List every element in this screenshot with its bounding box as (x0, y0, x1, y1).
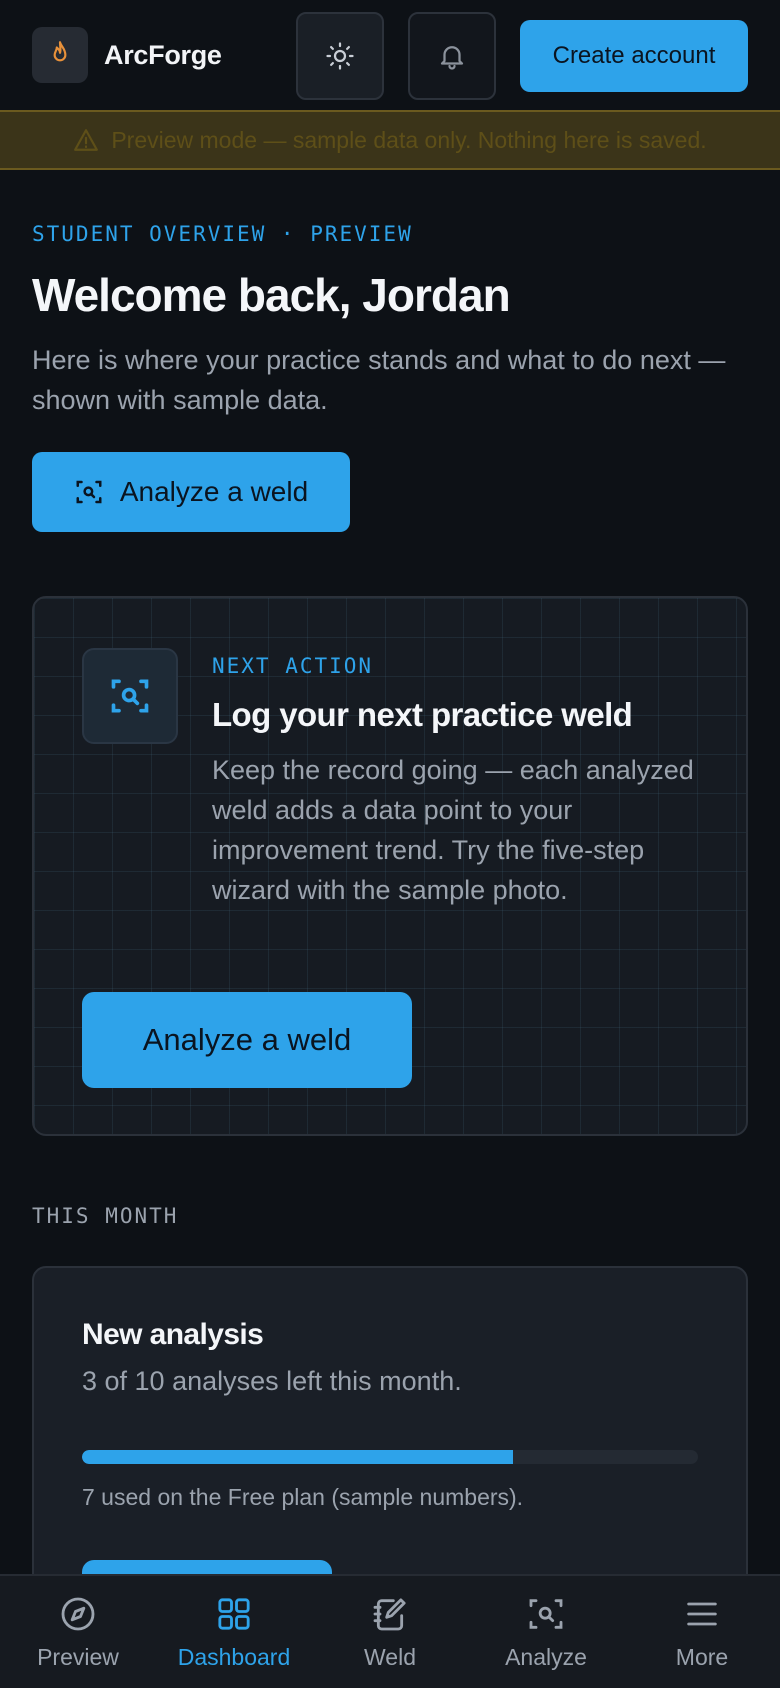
sun-icon (326, 42, 354, 70)
next-action-analyze-button[interactable]: Analyze a weld (82, 992, 412, 1088)
next-action-card: NEXT ACTION Log your next practice weld … (32, 596, 748, 1136)
create-account-button[interactable]: Create account (520, 20, 748, 92)
nav-item-analyze[interactable]: Analyze (468, 1576, 624, 1688)
menu-icon (687, 1602, 717, 1626)
usage-progress-fill (82, 1450, 514, 1464)
top-header: ArcForge Create account (0, 0, 780, 110)
analyze-weld-label: Analyze a weld (119, 476, 309, 507)
usage-progress-bar (82, 1450, 698, 1464)
nav-label: More (675, 1644, 729, 1670)
analyses-left-text: 3 of 10 analyses left this month. (82, 1366, 462, 1396)
next-action-body: Keep the record going — each analyzed we… (212, 755, 694, 905)
warning-icon (74, 129, 99, 151)
next-action-eyebrow: NEXT ACTION (212, 654, 374, 678)
brand-name: ArcForge (104, 39, 222, 70)
preview-banner: Preview mode — sample data only. Nothing… (0, 110, 780, 170)
scan-search-icon (111, 679, 149, 713)
bottom-nav: Preview Dashboard Weld Analyze More (0, 1574, 780, 1688)
compass-icon (61, 1597, 95, 1631)
scan-search-icon (76, 480, 102, 504)
page-eyebrow: STUDENT OVERVIEW · PREVIEW (32, 222, 413, 246)
nav-label: Weld (364, 1644, 416, 1670)
analyze-weld-button[interactable]: Analyze a weld (32, 452, 350, 532)
nav-item-weld[interactable]: Weld (312, 1576, 468, 1688)
new-analysis-title: New analysis (82, 1318, 264, 1351)
theme-toggle-button[interactable] (296, 12, 384, 100)
nav-label: Analyze (505, 1644, 587, 1670)
notifications-button[interactable] (408, 12, 496, 100)
next-action-icon-box (82, 648, 178, 744)
nav-label: Preview (37, 1644, 119, 1670)
page-title: Welcome back, Jordan (32, 269, 511, 321)
nav-item-preview[interactable]: Preview (0, 1576, 156, 1688)
brand-logo[interactable] (32, 27, 88, 83)
scan-search-icon (529, 1599, 563, 1629)
this-month-label: THIS MONTH (32, 1204, 179, 1228)
banner-text: Preview mode — sample data only. Nothing… (111, 126, 707, 153)
bell-icon (440, 46, 464, 70)
nav-item-more[interactable]: More (624, 1576, 780, 1688)
page-subtitle: Here is where your practice stands and w… (32, 345, 726, 415)
nav-item-dashboard[interactable]: Dashboard (156, 1576, 312, 1688)
usage-note: 7 used on the Free plan (sample numbers)… (82, 1484, 524, 1510)
flame-icon (53, 41, 67, 62)
grid-icon (218, 1598, 250, 1630)
next-action-title: Log your next practice weld (212, 696, 633, 733)
notebook-edit-icon (373, 1598, 406, 1631)
page: ArcForge Create account Preview mode — s… (0, 0, 780, 1688)
nav-label: Dashboard (177, 1644, 291, 1670)
